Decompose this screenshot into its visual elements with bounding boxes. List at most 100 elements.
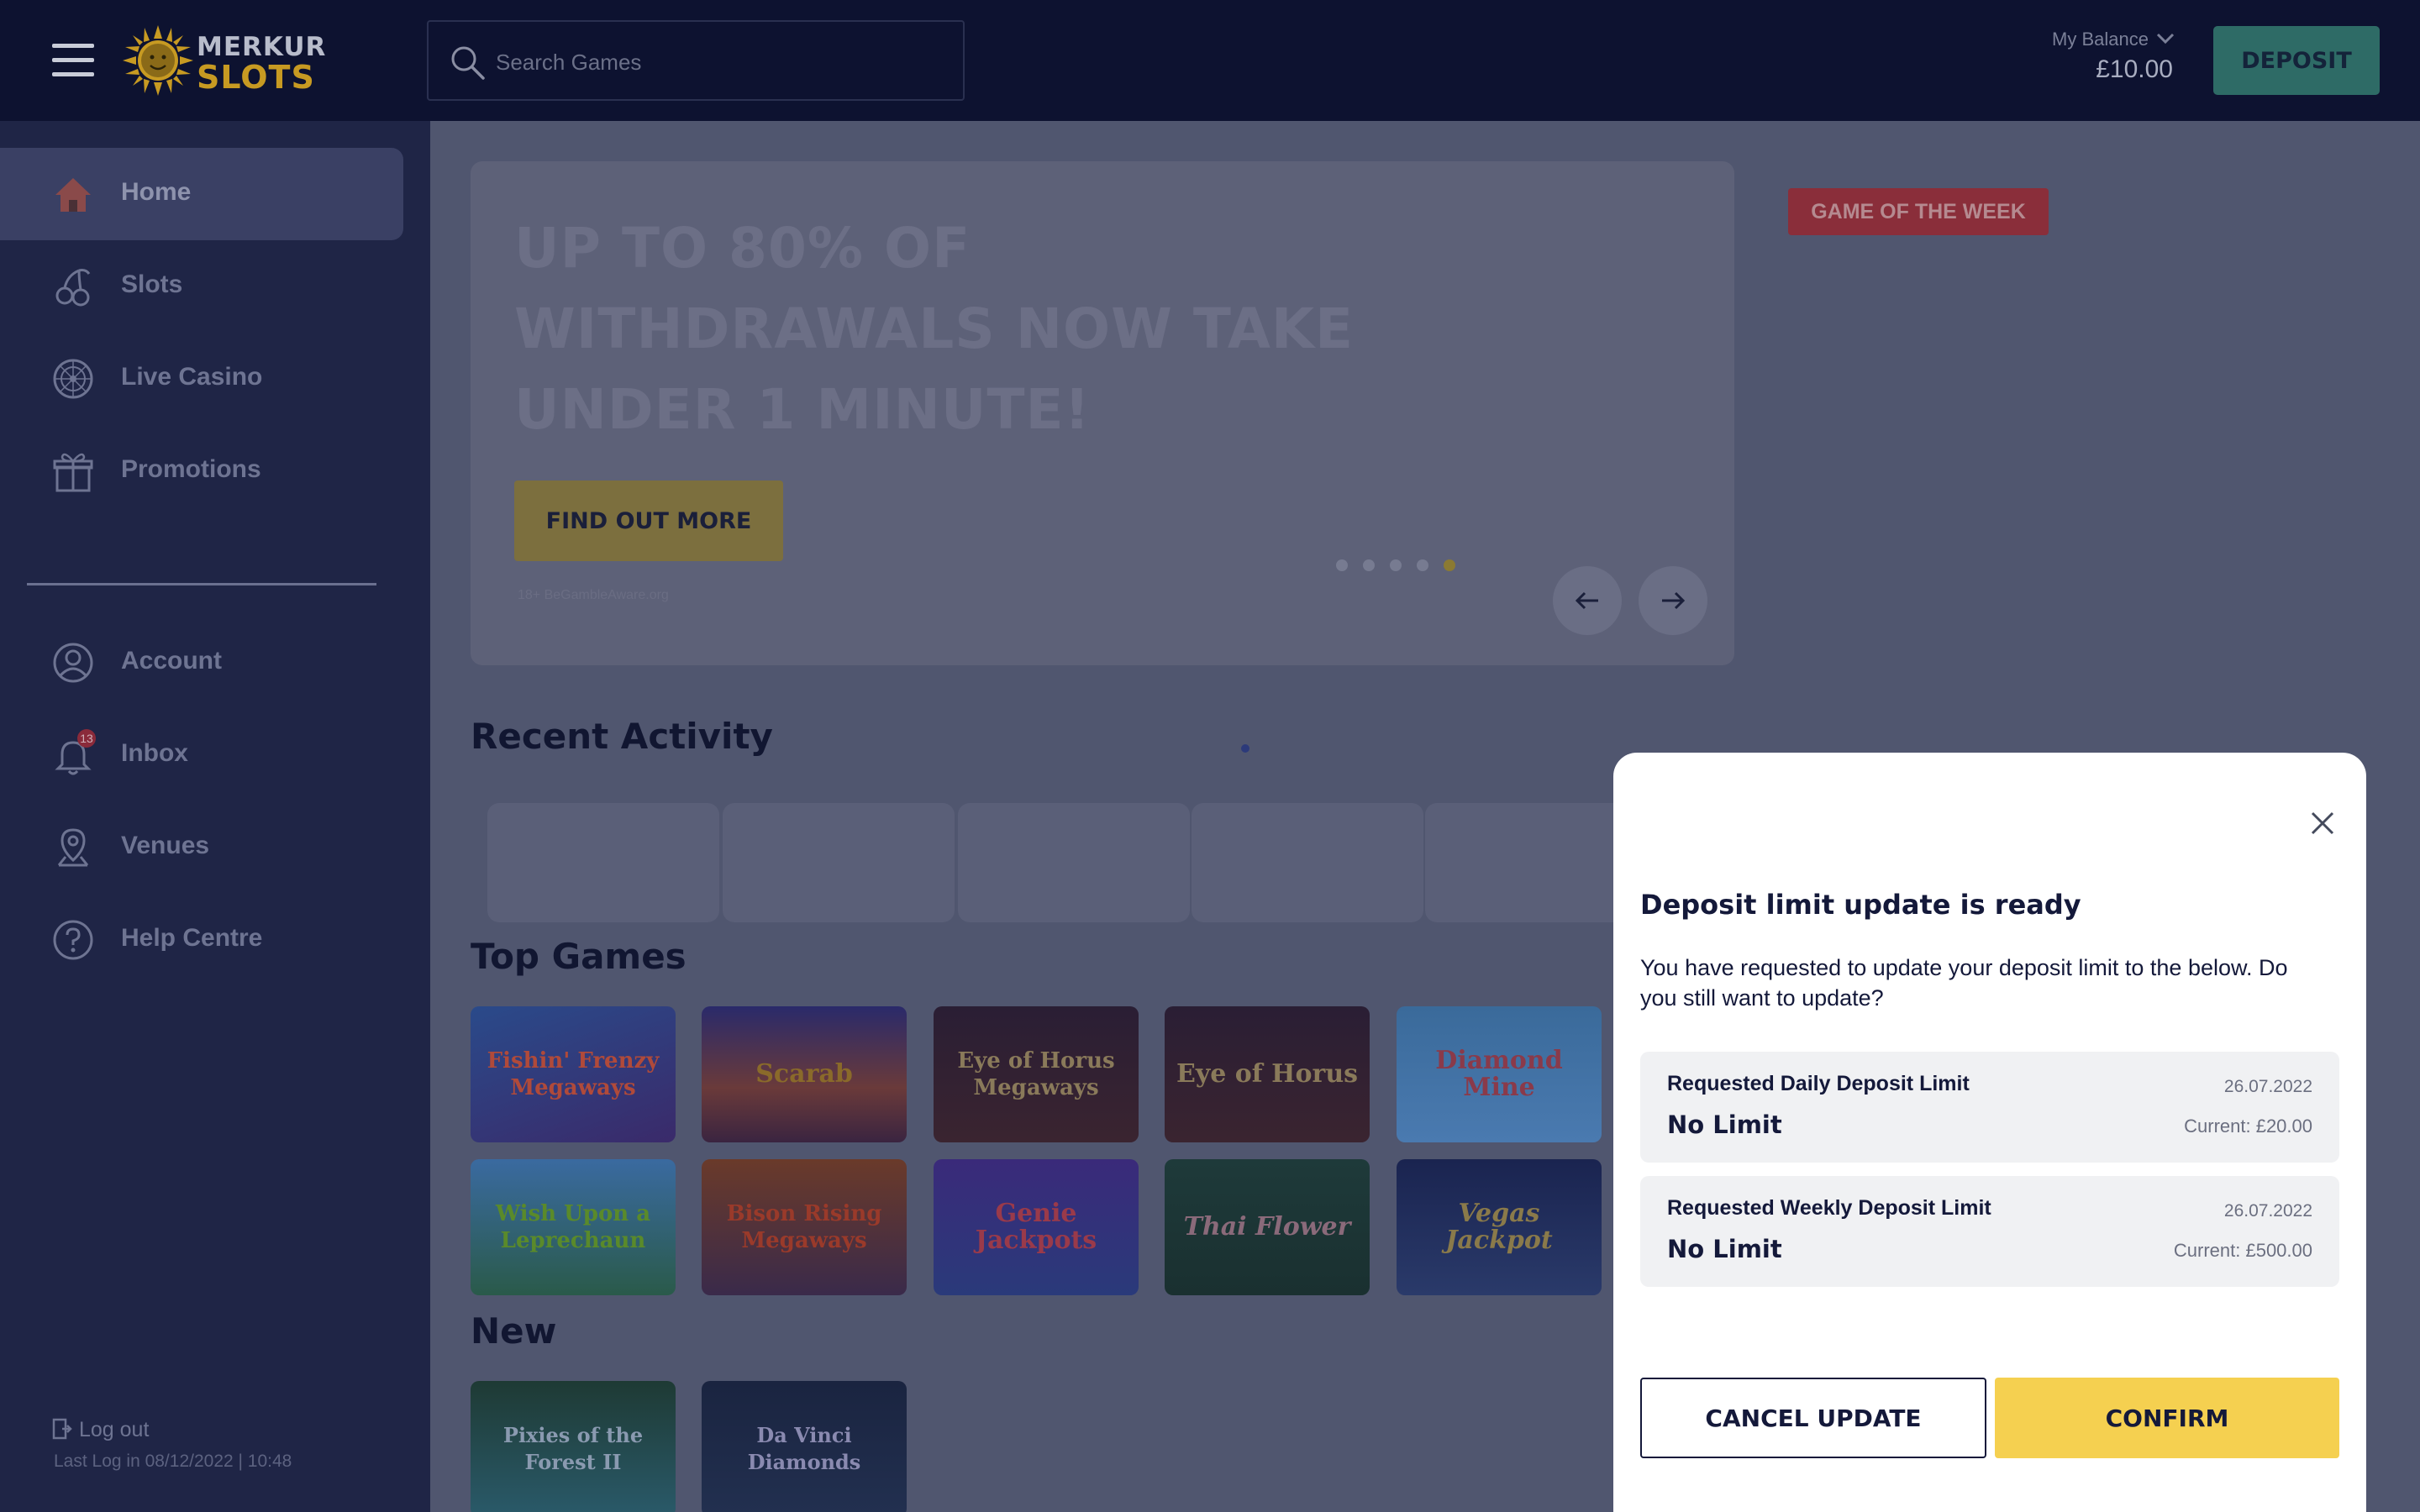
inbox-badge: 13	[77, 729, 96, 748]
carousel-prev-button[interactable]	[1553, 566, 1622, 635]
logout-icon	[52, 1418, 72, 1440]
deposit-button[interactable]: DEPOSIT	[2213, 26, 2380, 95]
game-tile[interactable]: Pixies of the Forest II	[471, 1381, 676, 1512]
carousel-dot[interactable]	[1336, 559, 1348, 571]
game-title: Eye of Horus Megaways	[957, 1048, 1115, 1100]
game-tile[interactable]: Thai Flower	[1165, 1159, 1370, 1295]
map-pin-icon	[57, 828, 89, 867]
game-tile[interactable]: Genie Jackpots	[934, 1159, 1139, 1295]
sidebar-item-inbox[interactable]: 13 Inbox	[0, 709, 403, 801]
last-login-text: Last Log in 08/12/2022 | 10:48	[54, 1452, 292, 1471]
balance-value: £10.00	[2096, 55, 2173, 83]
sidebar-item-label: Home	[121, 178, 192, 206]
game-tile[interactable]: Eye of Horus	[1165, 1006, 1370, 1142]
limit-date: 26.07.2022	[2223, 1077, 2312, 1096]
search-icon	[451, 46, 485, 80]
game-title: Genie Jackpots	[975, 1199, 1097, 1255]
game-title: Scarab	[755, 1059, 853, 1089]
arrow-right-icon	[1662, 591, 1686, 610]
limit-date: 26.07.2022	[2223, 1201, 2312, 1221]
logout-link[interactable]: Log out	[52, 1416, 254, 1445]
close-icon[interactable]	[2306, 806, 2339, 840]
sidebar-divider	[27, 583, 376, 585]
sidebar-item-home[interactable]: Home	[0, 148, 403, 240]
weekly-limit-card: Requested Weekly Deposit Limit No Limit …	[1640, 1176, 2339, 1287]
sidebar-item-help-centre[interactable]: Help Centre	[0, 894, 403, 986]
sidebar-item-live-casino[interactable]: Live Casino	[0, 333, 403, 425]
recent-activity-heading: Recent Activity	[471, 716, 773, 757]
sidebar-item-label: Venues	[121, 832, 210, 859]
home-icon	[55, 178, 91, 212]
banner-disclaimer: 18+ BeGambleAware.org	[518, 588, 669, 602]
find-out-more-button[interactable]: FIND OUT MORE	[514, 480, 783, 561]
sidebar-item-label: Slots	[121, 270, 183, 298]
cherries-icon	[55, 269, 91, 307]
logo-text-top: MERKUR	[197, 32, 327, 62]
sidebar-item-label: Promotions	[121, 455, 261, 483]
sidebar: Home Slots Live Casino Promotions Accoun…	[0, 121, 430, 1512]
sidebar-item-label: Account	[121, 647, 222, 675]
game-title: Bison Rising Megaways	[726, 1201, 882, 1253]
game-title: Wish Upon a Leprechaun	[495, 1201, 651, 1253]
sidebar-item-promotions[interactable]: Promotions	[0, 425, 403, 517]
limit-label: Requested Daily Deposit Limit	[1667, 1072, 1970, 1095]
top-games-heading: Top Games	[471, 936, 687, 977]
recent-activity-placeholder	[1192, 803, 1423, 922]
top-header: MERKUR SLOTS My Balance £10.00 DEPOSIT	[0, 0, 2420, 121]
sidebar-item-label: Live Casino	[121, 363, 263, 391]
recent-activity-placeholder	[958, 803, 1190, 922]
carousel-dot-active[interactable]	[1444, 559, 1455, 571]
game-title: Da Vinci Diamonds	[747, 1423, 861, 1474]
sidebar-item-account[interactable]: Account	[0, 617, 403, 709]
carousel-dot[interactable]	[1363, 559, 1375, 571]
game-tile[interactable]: Diamond Mine	[1397, 1006, 1602, 1142]
game-tile[interactable]: Eye of Horus Megaways	[934, 1006, 1139, 1142]
confirm-button[interactable]: CONFIRM	[1995, 1378, 2339, 1458]
daily-limit-card: Requested Daily Deposit Limit No Limit 2…	[1640, 1052, 2339, 1163]
game-tile[interactable]: Da Vinci Diamonds	[702, 1381, 907, 1512]
game-tile[interactable]: Bison Rising Megaways	[702, 1159, 907, 1295]
sidebar-item-slots[interactable]: Slots	[0, 240, 403, 333]
recent-activity-placeholder	[723, 803, 955, 922]
limit-current: Current: £500.00	[2173, 1240, 2312, 1261]
new-games-heading: New	[471, 1310, 557, 1352]
game-tile[interactable]: Scarab	[702, 1006, 907, 1142]
arrow-left-icon	[1575, 591, 1598, 610]
roulette-icon	[53, 359, 93, 399]
recent-activity-placeholder	[487, 803, 719, 922]
game-title: Eye of Horus	[1176, 1059, 1359, 1089]
cancel-update-button[interactable]: CANCEL UPDATE	[1640, 1378, 1986, 1458]
modal-title: Deposit limit update is ready	[1640, 889, 2081, 921]
limit-label: Requested Weekly Deposit Limit	[1667, 1196, 1991, 1220]
search-input[interactable]	[496, 39, 933, 86]
gift-icon	[53, 453, 93, 492]
menu-icon[interactable]	[52, 44, 94, 77]
carousel-dot[interactable]	[1417, 559, 1428, 571]
game-of-the-week-badge[interactable]: GAME OF THE WEEK	[1788, 188, 2049, 235]
game-title: Vegas Jackpot	[1445, 1199, 1553, 1255]
user-icon	[53, 643, 93, 683]
search-box[interactable]	[427, 20, 965, 101]
game-tile[interactable]: Wish Upon a Leprechaun	[471, 1159, 676, 1295]
sidebar-item-label: Help Centre	[121, 924, 263, 952]
sidebar-item-label: Inbox	[121, 739, 188, 767]
game-title: Pixies of the Forest II	[502, 1423, 644, 1474]
game-title: Thai Flower	[1183, 1212, 1351, 1242]
modal-description: You have requested to update your deposi…	[1640, 955, 2288, 1011]
promo-banner: UP TO 80% OF WITHDRAWALS NOW TAKE UNDER …	[471, 161, 1734, 665]
limit-value: No Limit	[1667, 1110, 1782, 1139]
game-tile[interactable]: Fishin' Frenzy Megaways	[471, 1006, 676, 1142]
logout-label: Log out	[79, 1418, 150, 1441]
balance-label[interactable]: My Balance	[2052, 29, 2149, 50]
carousel-next-button[interactable]	[1639, 566, 1707, 635]
limit-current: Current: £20.00	[2184, 1116, 2312, 1137]
carousel-dot[interactable]	[1390, 559, 1402, 571]
banner-title: UP TO 80% OF WITHDRAWALS NOW TAKE UNDER …	[514, 216, 1355, 442]
sun-logo-icon	[123, 25, 193, 96]
game-title: Diamond Mine	[1435, 1046, 1563, 1102]
merkur-slots-logo[interactable]: MERKUR SLOTS	[123, 24, 325, 97]
sidebar-item-venues[interactable]: Venues	[0, 801, 403, 894]
game-title: Fishin' Frenzy Megaways	[487, 1048, 660, 1100]
chevron-down-icon[interactable]	[2156, 32, 2175, 45]
game-tile[interactable]: Vegas Jackpot	[1397, 1159, 1602, 1295]
